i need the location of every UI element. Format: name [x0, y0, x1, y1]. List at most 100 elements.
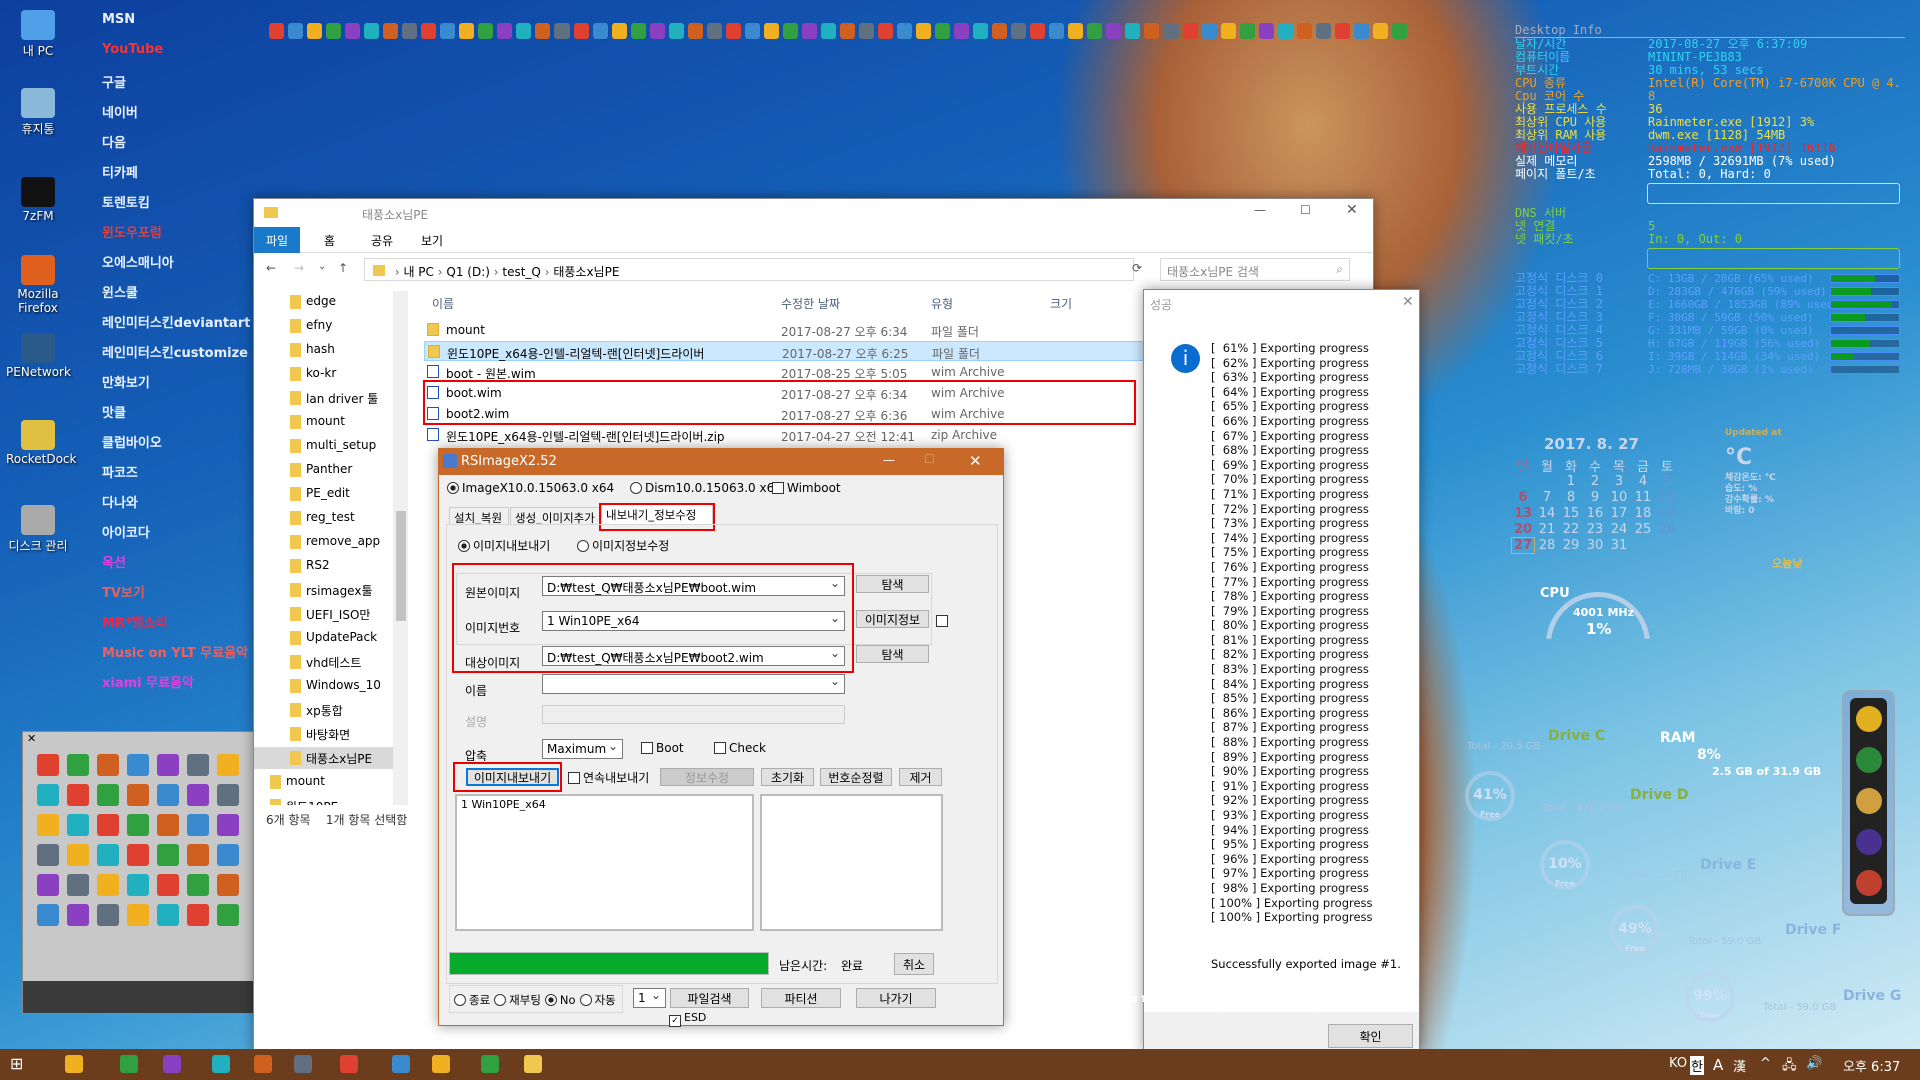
browse-target-button[interactable]: 탐색 [856, 645, 929, 663]
launcher-app-icon[interactable] [37, 874, 59, 896]
volume-icon[interactable]: 🔊 [1806, 1056, 1822, 1071]
toolbar-app-icon[interactable] [916, 23, 932, 39]
desktop-link[interactable]: MR*벨소리 [102, 612, 168, 631]
image-info-checkbox[interactable] [936, 615, 948, 627]
ribbon-tab[interactable]: 홈 [312, 227, 347, 253]
toolbar-app-icon[interactable] [782, 23, 798, 39]
toolbar-app-icon[interactable] [801, 23, 817, 39]
calendar-day[interactable]: 19 [1656, 506, 1678, 521]
calendar-day[interactable]: 20 [1512, 522, 1534, 537]
launcher-app-icon[interactable] [187, 844, 209, 866]
toolbar-app-icon[interactable] [1182, 23, 1198, 39]
calendar-day[interactable]: 2 [1584, 474, 1606, 489]
reset-button[interactable]: 초기화 [761, 768, 814, 786]
toolbar-app-icon[interactable] [1106, 23, 1122, 39]
close-button[interactable]: ✕ [969, 452, 982, 470]
toolbar-app-icon[interactable] [878, 23, 894, 39]
taskbar-app-icon[interactable] [120, 1055, 138, 1073]
desktop-icon[interactable]: 디스크 관리 [6, 505, 70, 554]
toolbar-app-icon[interactable] [326, 23, 342, 39]
launcher-app-icon[interactable] [97, 904, 119, 926]
launcher-app-icon[interactable] [217, 784, 239, 806]
nav-item[interactable]: ko-kr [254, 363, 393, 385]
calendar-day[interactable]: 31 [1608, 538, 1630, 553]
ok-button[interactable]: 확인 [1328, 1024, 1413, 1048]
compression-combo[interactable]: Maximum [542, 739, 623, 759]
launcher-app-icon[interactable] [127, 814, 149, 836]
calendar-day[interactable]: 26 [1656, 522, 1678, 537]
image-detail-list[interactable] [760, 794, 943, 931]
calendar-day[interactable]: 28 [1536, 538, 1558, 553]
continuous-export-checkbox[interactable]: 연속내보내기 [568, 769, 649, 786]
cancel-button[interactable]: 취소 [894, 953, 934, 975]
taskbar-app-icon[interactable] [163, 1055, 181, 1073]
desktop-link[interactable]: 토렌토킴 [102, 192, 150, 211]
launcher-app-icon[interactable] [187, 814, 209, 836]
maximize-button[interactable]: ☐ [1300, 203, 1311, 217]
launcher-app-icon[interactable] [217, 904, 239, 926]
column-header[interactable]: 이름 [432, 295, 454, 312]
toolbar-app-icon[interactable] [725, 23, 741, 39]
nav-item[interactable]: rsimagex툴 [254, 579, 393, 601]
desktop-link[interactable]: 아이코다 [102, 522, 150, 541]
desktop-link[interactable]: TV보기 [102, 582, 145, 601]
launcher-app-icon[interactable] [217, 874, 239, 896]
launcher-app-icon[interactable] [187, 784, 209, 806]
check-checkbox[interactable]: Check [714, 741, 766, 755]
toolbar-app-icon[interactable] [668, 23, 684, 39]
toolbar-app-icon[interactable] [1201, 23, 1217, 39]
column-header[interactable]: 수정한 날짜 [781, 295, 840, 312]
calendar-day[interactable]: 10 [1608, 490, 1630, 505]
launcher-app-icon[interactable] [37, 754, 59, 776]
toolbar-app-icon[interactable] [954, 23, 970, 39]
desktop-link[interactable]: xiami 무료음악 [102, 672, 194, 691]
rsimagex-tab[interactable]: 생성_이미지추가 [510, 507, 602, 525]
esd-checkbox[interactable]: ✓ ESD [669, 1011, 706, 1027]
toolbar-app-icon[interactable] [1068, 23, 1084, 39]
nav-item[interactable]: hash [254, 339, 393, 361]
nav-item[interactable]: Windows_10 [254, 675, 393, 697]
launcher-app-icon[interactable] [97, 754, 119, 776]
launcher-app-icon[interactable] [97, 844, 119, 866]
toolbar-app-icon[interactable] [1334, 23, 1350, 39]
source-image-combo[interactable]: D:₩test_Q₩태풍소x님PE₩boot.wim [542, 576, 845, 596]
launcher-app-icon[interactable] [67, 754, 89, 776]
navigation-pane[interactable]: edge efny hash ko-kr lan driver 툴 mount multi_… [254, 291, 394, 805]
calendar-day[interactable]: 27 [1511, 537, 1535, 554]
up-button[interactable]: ↑ [338, 261, 348, 275]
toolbar-app-icon[interactable] [573, 23, 589, 39]
toolbar-app-icon[interactable] [288, 23, 304, 39]
launcher-app-icon[interactable] [37, 814, 59, 836]
desktop-icon[interactable]: Mozilla Firefox [6, 255, 70, 315]
ribbon-tab[interactable]: 보기 [409, 227, 455, 253]
breadcrumb-item[interactable]: Q1 (D:) [446, 265, 490, 279]
mode-export-radio[interactable]: 이미지내보내기 [458, 537, 550, 554]
taskbar-app-icon[interactable] [65, 1055, 83, 1073]
after-action-radio[interactable]: 종료 [454, 993, 490, 1007]
desktop-icon[interactable]: RocketDock [6, 420, 76, 466]
calendar-day[interactable]: 30 [1584, 538, 1606, 553]
desktop-link[interactable]: YouTube [102, 42, 163, 57]
calendar-day[interactable]: 14 [1536, 506, 1558, 521]
calendar-day[interactable]: 7 [1536, 490, 1558, 505]
toolbar-app-icon[interactable] [820, 23, 836, 39]
desktop-link[interactable]: 레인미터스킨deviantart [102, 312, 250, 331]
toolbar-app-icon[interactable] [1315, 23, 1331, 39]
launcher-app-icon[interactable] [217, 844, 239, 866]
launcher-app-icon[interactable] [37, 844, 59, 866]
toolbar-app-icon[interactable] [269, 23, 285, 39]
exit-button[interactable]: 나가기 [856, 988, 936, 1008]
calendar-day[interactable]: 9 [1584, 490, 1606, 505]
image-info-button[interactable]: 이미지정보 [856, 610, 929, 628]
desktop-link[interactable]: 맛클 [102, 402, 126, 421]
nav-item[interactable]: mount [254, 411, 393, 433]
nav-item[interactable]: RS2 [254, 555, 393, 577]
launcher-panel-close-icon[interactable]: ✕ [27, 732, 36, 745]
nav-item[interactable]: reg_test [254, 507, 393, 529]
image-list-item[interactable]: 1 Win10PE_x64 [461, 798, 748, 811]
toolbar-app-icon[interactable] [1372, 23, 1388, 39]
toolbar-app-icon[interactable] [1220, 23, 1236, 39]
nav-item[interactable]: PE_edit [254, 483, 393, 505]
launcher-app-icon[interactable] [127, 874, 149, 896]
desktop-link[interactable]: 윈도우포럼 [102, 222, 162, 241]
